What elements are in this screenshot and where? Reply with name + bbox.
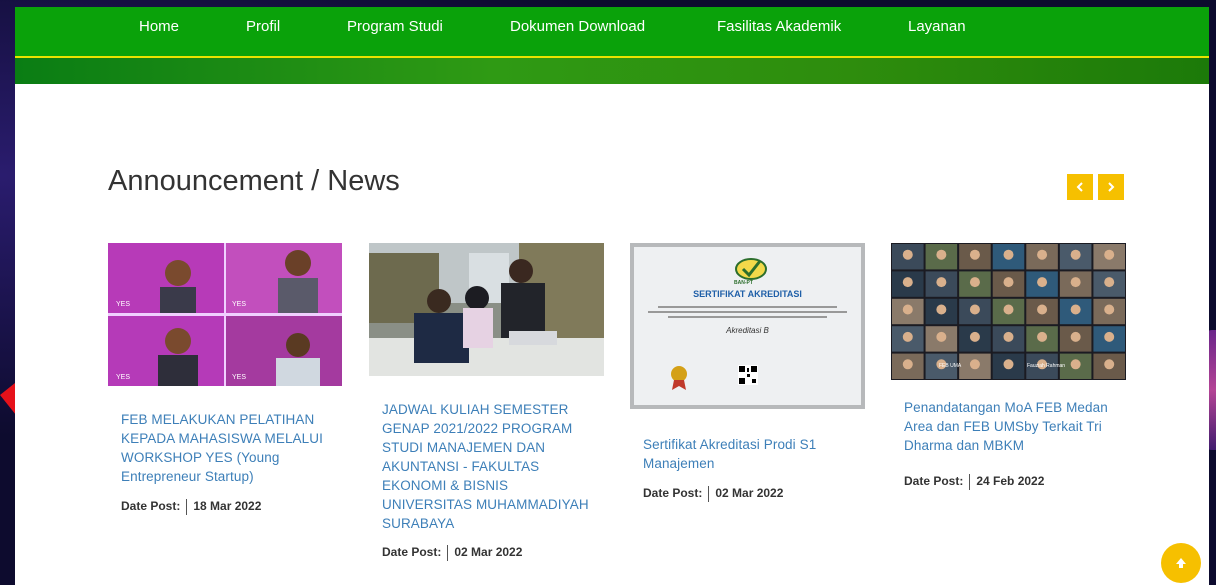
card-image-certificate[interactable]: BAN-PT SERTIFIKAT AKREDITASI Akreditasi … (630, 243, 865, 409)
date-separator (708, 486, 710, 502)
website-page: Home Profil Program Studi Dokumen Downlo… (15, 7, 1209, 585)
video-call-grid (892, 244, 1125, 379)
chevron-left-icon (1076, 182, 1083, 192)
nav-item-dokumen-download[interactable]: Dokumen Download (510, 7, 645, 56)
svg-text:YES: YES (232, 374, 246, 381)
card-title-link[interactable]: Sertifikat Akreditasi Prodi S1 Manajemen (643, 435, 853, 473)
meeting-tile-label: Fauziah Rahman (1027, 363, 1066, 369)
date-value: 02 Mar 2022 (715, 486, 784, 501)
card-image-meeting[interactable]: FEB UMA Fauziah Rahman (891, 243, 1126, 380)
header-banner (15, 58, 1209, 84)
card-date: Date Post: 02 Mar 2022 (643, 486, 783, 502)
card-image-library[interactable] (369, 243, 604, 376)
certificate-grade: Akreditasi B (726, 326, 769, 335)
date-separator (447, 545, 449, 561)
date-value: 02 Mar 2022 (454, 545, 523, 560)
chevron-right-icon (1108, 182, 1115, 192)
date-separator (186, 499, 188, 515)
certificate-body-lines (648, 303, 847, 323)
card-date: Date Post: 18 Mar 2022 (121, 499, 261, 515)
date-separator (969, 474, 971, 490)
card-title-link[interactable]: Penandatangan MoA FEB Medan Area dan FEB… (904, 398, 1109, 455)
svg-text:YES: YES (232, 301, 246, 308)
news-card: YES YES YES YES FEB MELAKUKAN PELATIHAN … (108, 243, 342, 573)
card-date: Date Post: 02 Mar 2022 (382, 545, 522, 561)
card-image-workshop[interactable]: YES YES YES YES (108, 243, 342, 386)
ban-pt-logo (735, 258, 767, 280)
meeting-tile-label: FEB UMA (939, 363, 962, 369)
arrow-up-icon (1176, 558, 1186, 568)
certificate-heading: SERTIFIKAT AKREDITASI (693, 289, 802, 299)
news-card: JADWAL KULIAH SEMESTER GENAP 2021/2022 P… (369, 243, 604, 573)
seal-icon (671, 366, 687, 390)
main-nav: Home Profil Program Studi Dokumen Downlo… (15, 7, 1209, 56)
certificate-logo-text: BAN-PT (734, 280, 753, 286)
card-date: Date Post: 24 Feb 2022 (904, 474, 1044, 490)
date-label: Date Post: (121, 499, 181, 514)
news-card: FEB UMA Fauziah Rahman Penandatangan MoA… (891, 243, 1126, 573)
nav-item-profil[interactable]: Profil (246, 7, 280, 56)
news-card: BAN-PT SERTIFIKAT AKREDITASI Akreditasi … (630, 243, 865, 573)
nav-item-fasilitas-akademik[interactable]: Fasilitas Akademik (717, 7, 841, 56)
nav-item-home[interactable]: Home (139, 7, 179, 56)
scroll-to-top-button[interactable] (1161, 543, 1201, 583)
card-title-link[interactable]: FEB MELAKUKAN PELATIHAN KEPADA MAHASISWA… (121, 410, 336, 486)
qr-code-icon (738, 365, 758, 385)
date-value: 24 Feb 2022 (976, 474, 1045, 489)
date-value: 18 Mar 2022 (193, 499, 262, 514)
nav-item-layanan[interactable]: Layanan (908, 7, 966, 56)
nav-item-program-studi[interactable]: Program Studi (347, 7, 443, 56)
svg-text:YES: YES (116, 301, 130, 308)
carousel-prev-button[interactable] (1067, 174, 1093, 200)
card-title-link[interactable]: JADWAL KULIAH SEMESTER GENAP 2021/2022 P… (382, 400, 594, 533)
carousel-next-button[interactable] (1098, 174, 1124, 200)
date-label: Date Post: (904, 474, 964, 489)
date-label: Date Post: (382, 545, 442, 560)
date-label: Date Post: (643, 486, 703, 501)
section-title: Announcement / News (108, 165, 400, 197)
svg-text:YES: YES (116, 374, 130, 381)
